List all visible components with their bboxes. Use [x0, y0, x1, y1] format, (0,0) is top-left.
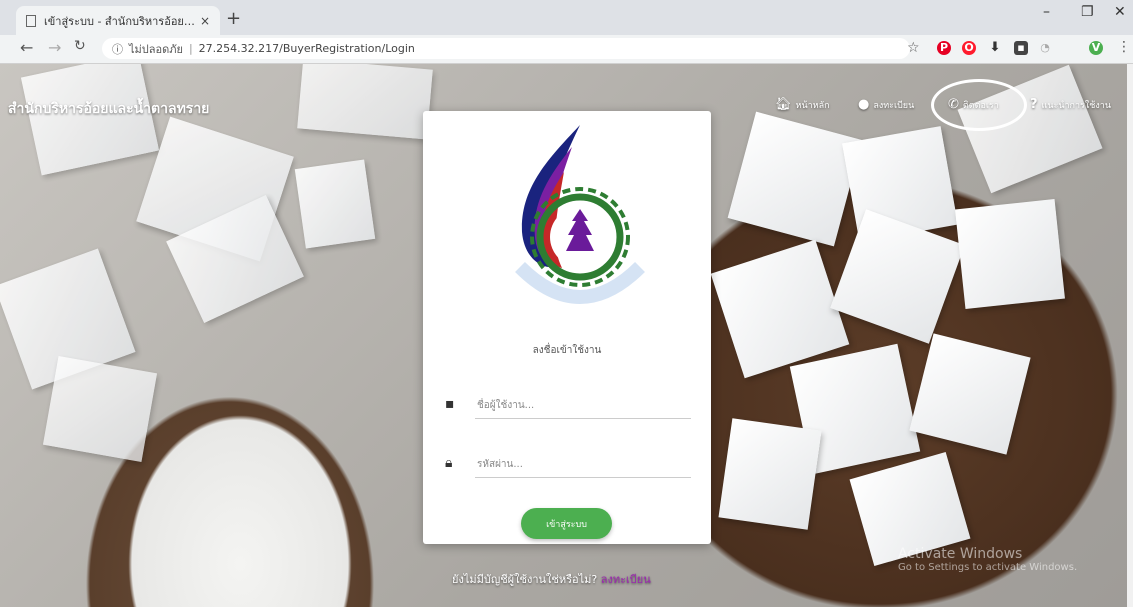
sugar-cube-decoration: [830, 209, 965, 344]
nav-register[interactable]: ● ลงทะเบียน: [858, 97, 914, 112]
browser-menu-icon[interactable]: ⋮: [1117, 39, 1131, 55]
lock-icon: 🔒︎: [445, 455, 453, 471]
login-button[interactable]: เข้าสู่ระบบ: [521, 508, 612, 539]
ocsb-logo: [515, 125, 645, 304]
sugar-cube-decoration: [909, 333, 1031, 455]
tab-title: เข้าสู่ระบบ - สำนักบริหารอ้อยและน้ำตา: [44, 14, 196, 28]
sugar-cube-decoration: [718, 418, 822, 530]
close-window-button[interactable]: ✕: [1114, 4, 1126, 20]
site-title[interactable]: สำนักบริหารอ้อยและน้ำตาลทราย: [8, 98, 209, 120]
login-heading: ลงชื่อเข้าใช้งาน: [532, 345, 602, 356]
username-field-group: ▪: [445, 390, 691, 420]
register-link[interactable]: ลงทะเบียน: [601, 573, 651, 586]
sugar-cube-decoration: [955, 199, 1065, 309]
security-label: ไม่ปลอดภัย: [129, 42, 183, 56]
password-field-group: 🔒︎: [445, 449, 691, 479]
page-icon: [26, 14, 36, 27]
extension-icon[interactable]: ▪: [1014, 41, 1028, 55]
no-account-prompt: ยังไม่มีบัญชีผู้ใช้งานใช่หรือไม่? ลงทะเบ…: [452, 570, 651, 588]
nav-help[interactable]: ? แนะนำการใช้งาน: [1030, 97, 1111, 112]
nav-help-label: แนะนำการใช้งาน: [1041, 100, 1111, 111]
url-field[interactable]: ⓘ ไม่ปลอดภัย | 27.254.32.217/BuyerRegist…: [102, 38, 910, 59]
sugar-cube-decoration: [294, 159, 376, 249]
sugar-cube-decoration: [297, 64, 433, 140]
disabled-extension-icon[interactable]: ◔: [1038, 41, 1052, 55]
highlight-circle-annotation: [931, 79, 1027, 131]
maximize-button[interactable]: ❐: [1081, 4, 1094, 20]
no-account-text: ยังไม่มีบัญชีผู้ใช้งานใช่หรือไม่?: [452, 573, 598, 586]
nav-home-label: หน้าหลัก: [795, 100, 830, 111]
browser-tabstrip: เข้าสู่ระบบ - สำนักบริหารอ้อยและน้ำตา × …: [0, 0, 1133, 35]
url-text: 27.254.32.217/BuyerRegistration/Login: [198, 42, 415, 55]
forward-icon[interactable]: →: [48, 38, 61, 57]
url-separator: |: [188, 42, 193, 55]
password-input[interactable]: [475, 451, 691, 478]
logo-text-arc: [515, 261, 645, 304]
activate-windows-watermark: Activate Windows Go to Settings to activ…: [898, 546, 1077, 573]
pinterest-extension-icon[interactable]: P: [937, 41, 951, 55]
nav-home[interactable]: 🏠︎ หน้าหลัก: [775, 97, 830, 112]
username-input[interactable]: [475, 392, 691, 419]
opera-extension-icon[interactable]: O: [962, 41, 976, 55]
download-extension-icon[interactable]: ⬇: [988, 41, 1002, 55]
minimize-button[interactable]: –: [1043, 4, 1050, 20]
sugar-cube-decoration: [42, 356, 158, 462]
tab-close-icon[interactable]: ×: [196, 14, 214, 28]
bookmark-star-icon[interactable]: ☆: [907, 40, 920, 56]
sugar-cube-decoration: [727, 111, 863, 247]
new-tab-button[interactable]: +: [226, 8, 241, 29]
question-icon: ?: [1030, 97, 1038, 112]
reload-icon[interactable]: ↻: [74, 38, 86, 54]
browser-tab[interactable]: เข้าสู่ระบบ - สำนักบริหารอ้อยและน้ำตา ×: [16, 6, 220, 35]
home-icon: 🏠︎: [775, 97, 792, 112]
watermark-line1: Activate Windows: [898, 546, 1023, 562]
back-icon[interactable]: ←: [20, 38, 33, 57]
login-card: ลงชื่อเข้าใช้งาน ▪ 🔒︎ เข้าสู่ระบบ: [423, 111, 711, 544]
user-card-icon: ▪: [445, 396, 455, 412]
nav-register-label: ลงทะเบียน: [873, 100, 915, 111]
page-scrollbar[interactable]: [1127, 64, 1133, 607]
user-circle-icon: ●: [858, 97, 870, 112]
info-icon[interactable]: ⓘ: [112, 41, 123, 57]
profile-avatar[interactable]: V: [1089, 41, 1103, 55]
watermark-line2: Go to Settings to activate Windows.: [898, 562, 1078, 573]
